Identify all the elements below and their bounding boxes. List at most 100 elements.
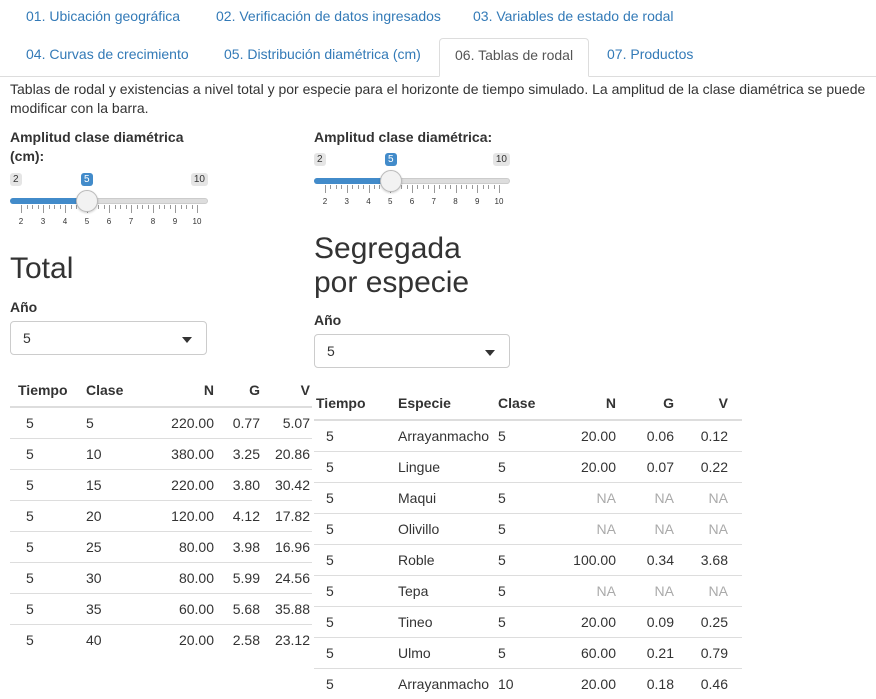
slider-tick-label: 9	[168, 217, 182, 226]
slider-max-label: 10	[493, 153, 510, 166]
slider-minor-tick	[472, 185, 473, 189]
species-heading-line2: por especie	[314, 266, 469, 300]
slider-value-label: 5	[385, 153, 397, 166]
slider-tick-label: 7	[427, 197, 441, 206]
table-cell: 5	[314, 545, 384, 576]
table-cell: 30.42	[260, 470, 312, 501]
table-cell: 80.00	[138, 563, 214, 594]
table-cell: 20.00	[550, 607, 616, 638]
tab-curvas[interactable]: 04. Curvas de crecimiento	[11, 38, 204, 74]
table-row: 5Roble5100.000.343.68	[314, 545, 742, 576]
slider-minor-tick	[450, 185, 451, 189]
table-cell: 0.06	[616, 420, 674, 452]
table-cell: 5	[314, 452, 384, 483]
table-cell: 5	[10, 501, 86, 532]
tab-distribucion[interactable]: 05. Distribución diamétrica (cm)	[209, 38, 436, 74]
table-cell: 30	[86, 563, 138, 594]
description-text: Tablas de rodal y existencias a nivel to…	[10, 80, 870, 118]
tab-variables-estado[interactable]: 03. Variables de estado de rodal	[458, 0, 689, 36]
slider-tick	[434, 185, 435, 193]
table-cell: Maqui	[384, 483, 498, 514]
table-cell: 5	[10, 407, 86, 439]
slider-minor-tick	[363, 185, 364, 189]
table-cell: 5	[498, 514, 550, 545]
table-cell: Lingue	[384, 452, 498, 483]
table-row: 52580.003.9816.96	[10, 532, 312, 563]
table-cell: NA	[550, 514, 616, 545]
slider-tick	[197, 205, 198, 213]
slider-tick	[43, 205, 44, 213]
table-cell: 20.00	[550, 669, 616, 699]
table-cell: 5	[498, 483, 550, 514]
tab-verificacion[interactable]: 02. Verificación de datos ingresados	[201, 0, 456, 36]
slider-tick-label: 3	[36, 217, 50, 226]
table-row: 520120.004.1217.82	[10, 501, 312, 532]
slider-minor-tick	[494, 185, 495, 189]
table-cell: 20.86	[260, 439, 312, 470]
table-cell: 0.79	[674, 638, 742, 669]
table-cell: NA	[616, 576, 674, 607]
species-table-body: 5Arrayanmacho520.000.060.125Lingue520.00…	[314, 420, 742, 699]
table-cell: 25	[86, 532, 138, 563]
tab-tablas-rodal[interactable]: 06. Tablas de rodal	[439, 38, 589, 77]
table-cell: 60.00	[138, 594, 214, 625]
table-cell: 0.07	[616, 452, 674, 483]
table-cell: NA	[550, 483, 616, 514]
slider-minor-tick	[170, 205, 171, 209]
col-tiempo: Tiempo	[314, 386, 384, 420]
table-row: 53080.005.9924.56	[10, 563, 312, 594]
table-cell: 5	[10, 563, 86, 594]
slider-minor-tick	[115, 205, 116, 209]
slider-minor-tick	[126, 205, 127, 209]
slider-minor-tick	[104, 205, 105, 209]
table-header-row: Tiempo Clase N G V	[10, 373, 312, 407]
slider-tick	[347, 185, 348, 193]
table-cell: 5	[314, 514, 384, 545]
table-cell: 20.00	[138, 625, 214, 656]
slider-tick-label: 3	[340, 197, 354, 206]
table-cell: 20.00	[550, 420, 616, 452]
slider-tick	[65, 205, 66, 213]
slider-minor-tick	[423, 185, 424, 189]
tab-productos[interactable]: 07. Productos	[592, 38, 708, 74]
slider-tick-label: 10	[190, 217, 204, 226]
total-year-select[interactable]: 5	[10, 321, 207, 355]
slider-minor-tick	[142, 205, 143, 209]
slider-handle[interactable]	[380, 170, 402, 192]
table-cell: 0.25	[674, 607, 742, 638]
table-row: 5Tepa5NANANA	[314, 576, 742, 607]
slider-minor-tick	[192, 205, 193, 209]
species-heading: Segregada por especie	[314, 232, 469, 300]
species-year-value: 5	[327, 343, 335, 359]
table-cell: 5	[498, 576, 550, 607]
table-cell: NA	[616, 514, 674, 545]
slider-tick-label: 5	[80, 217, 94, 226]
table-cell: 5	[314, 420, 384, 452]
slider-tick	[109, 205, 110, 213]
table-cell: 5	[10, 439, 86, 470]
slider-minor-tick	[466, 185, 467, 189]
table-cell: 3.25	[214, 439, 260, 470]
slider-handle[interactable]	[76, 190, 98, 212]
table-cell: 0.77	[214, 407, 260, 439]
table-cell: 5	[314, 669, 384, 699]
slider-minor-tick	[54, 205, 55, 209]
table-row: 5Maqui5NANANA	[314, 483, 742, 514]
table-cell: Tepa	[384, 576, 498, 607]
slider-minor-tick	[401, 185, 402, 189]
tab-ubicacion[interactable]: 01. Ubicación geográfica	[11, 0, 195, 36]
table-row: 54020.002.5823.12	[10, 625, 312, 656]
amplitud-slider-right[interactable]: 2 5 10 2345678910	[314, 153, 510, 223]
table-row: 5Arrayanmacho520.000.060.12	[314, 420, 742, 452]
amplitud-slider-left[interactable]: 2 5 10 2345678910	[10, 173, 208, 243]
slider-minor-tick	[164, 205, 165, 209]
table-cell: 220.00	[138, 470, 214, 501]
slider-minor-tick	[407, 185, 408, 189]
slider-minor-tick	[148, 205, 149, 209]
total-heading: Total	[10, 252, 73, 286]
slider-max-label: 10	[191, 173, 208, 186]
table-cell: 0.12	[674, 420, 742, 452]
slider-tick	[369, 185, 370, 193]
table-cell: 120.00	[138, 501, 214, 532]
species-year-select[interactable]: 5	[314, 334, 510, 368]
